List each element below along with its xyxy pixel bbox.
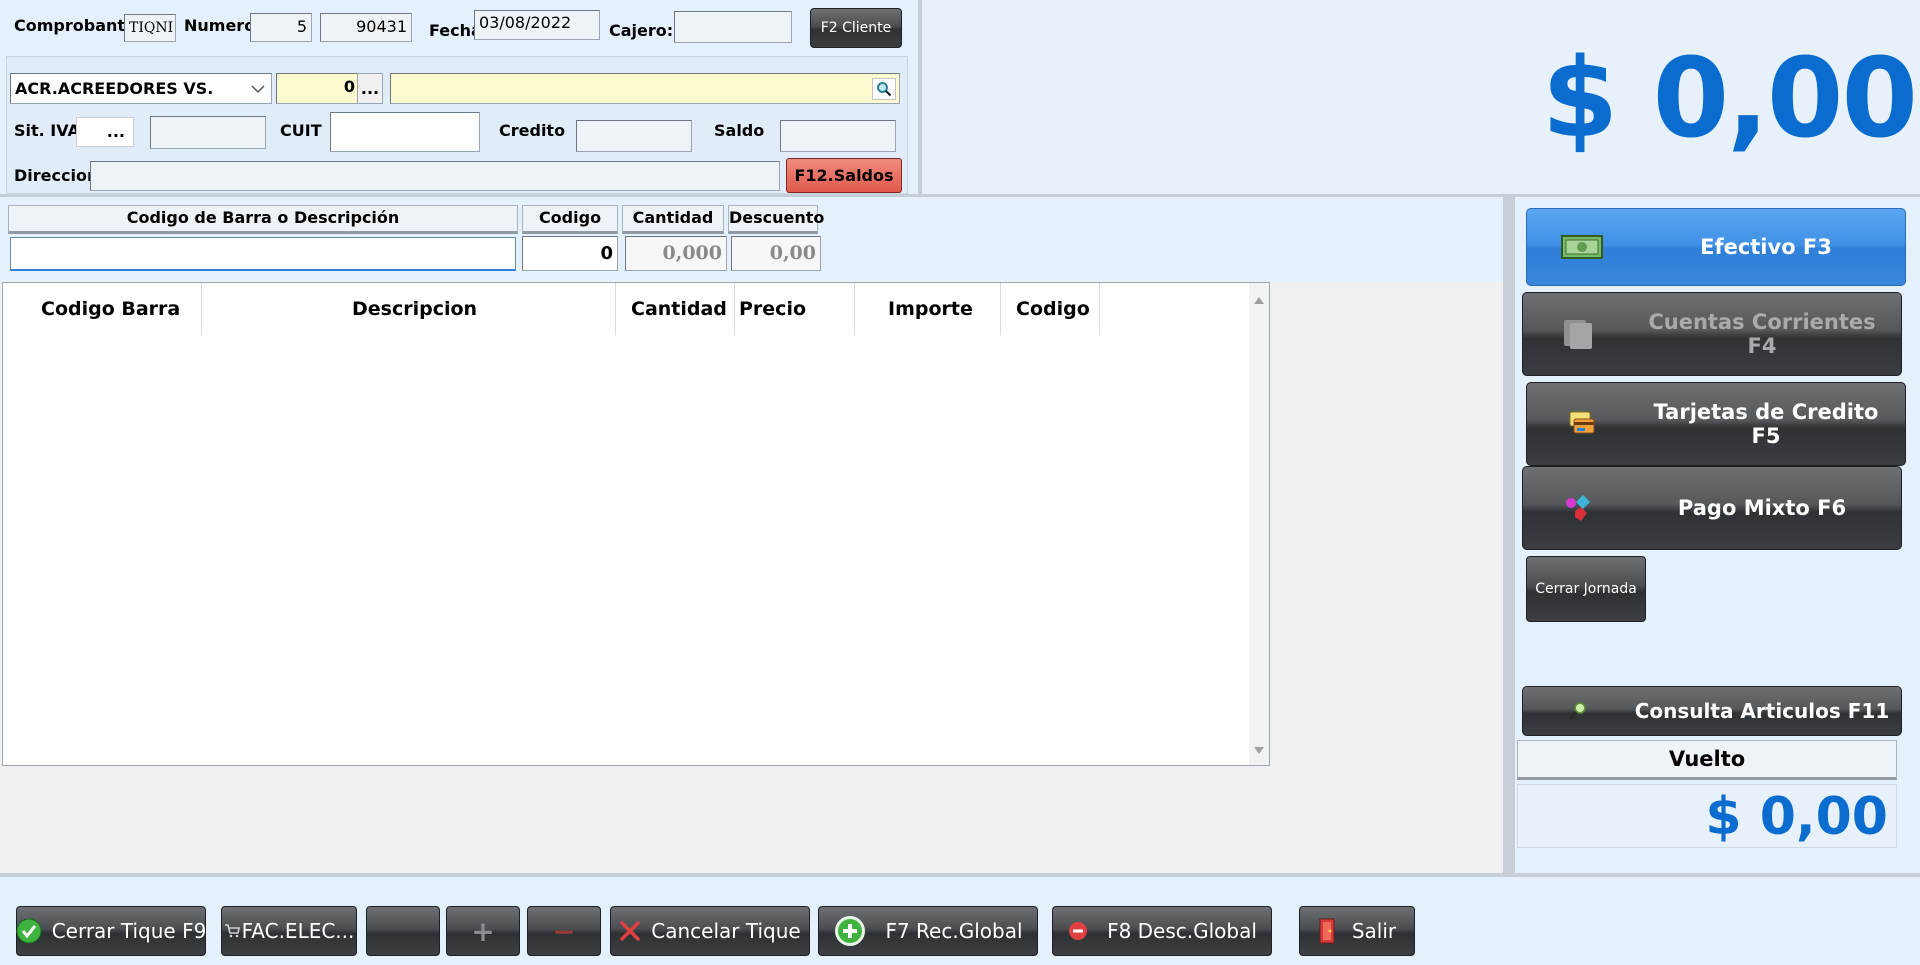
- banknote-icon: [1527, 235, 1637, 259]
- cancelar-tique-label: Cancelar Tique: [651, 919, 801, 943]
- account-select[interactable]: ACR.ACREEDORES VS.: [10, 73, 272, 104]
- column-header-codigo-barra[interactable]: Codigo Barra: [41, 283, 180, 335]
- saldo-label: Saldo: [714, 121, 765, 140]
- chevron-down-icon: [251, 74, 265, 103]
- descuento-header: Descuento: [728, 205, 824, 234]
- credit-card-icon: [1527, 410, 1637, 438]
- account-selected-text: ACR.ACREEDORES VS.: [15, 79, 214, 98]
- cerrar-jornada-button[interactable]: Cerrar Jornada: [1526, 556, 1646, 622]
- codigo-header: Codigo: [522, 205, 618, 234]
- credito-field[interactable]: [576, 120, 692, 152]
- numero-label: Numero: [184, 16, 256, 35]
- direccion-field[interactable]: [90, 161, 780, 191]
- cerrar-tique-label: Cerrar Tique F9: [51, 919, 207, 943]
- minus-circle-icon: [1067, 920, 1089, 942]
- plus-icon: +: [471, 914, 495, 948]
- cantidad-header: Cantidad: [622, 205, 724, 234]
- comprobante-label: Comprobante: [14, 16, 136, 35]
- direccion-label: Direccion: [14, 166, 99, 185]
- salir-button[interactable]: Salir: [1299, 906, 1415, 956]
- add-item-button[interactable]: +: [446, 906, 520, 956]
- barcode-header: Codigo de Barra o Descripción: [8, 205, 518, 234]
- magnifier-icon: [1523, 700, 1633, 722]
- rec-global-label: F7 Rec.Global: [885, 919, 1023, 943]
- scroll-up-arrow-icon[interactable]: [1254, 289, 1264, 308]
- cantidad-input[interactable]: 0,000: [625, 236, 727, 271]
- f12-saldos-button[interactable]: F12.Saldos: [786, 158, 902, 193]
- column-header-codigo[interactable]: Codigo: [1016, 283, 1090, 335]
- client-code-browse-button[interactable]: ...: [357, 73, 383, 104]
- documents-icon: [1523, 318, 1633, 350]
- minus-icon: −: [552, 914, 576, 948]
- column-separator: [615, 283, 616, 335]
- sit-iva-label: Sit. IVA: [14, 121, 80, 140]
- vuelto-label: Vuelto: [1517, 740, 1897, 780]
- pago-mixto-button[interactable]: Pago Mixto F6: [1522, 466, 1902, 550]
- sit-iva-field[interactable]: [150, 116, 266, 149]
- numero-nro-field[interactable]: 90431: [320, 13, 412, 42]
- mixed-shapes-icon: [1523, 493, 1633, 523]
- barcode-input[interactable]: [10, 237, 516, 271]
- items-grid[interactable]: Codigo Barra Descripcion Cantidad Precio…: [2, 282, 1270, 766]
- column-separator: [854, 283, 855, 335]
- saldo-field[interactable]: [780, 120, 896, 152]
- cuit-label: CUIT: [280, 121, 322, 140]
- codigo-input[interactable]: 0: [522, 236, 618, 271]
- remove-item-button[interactable]: −: [527, 906, 601, 956]
- client-name-field[interactable]: [390, 73, 900, 104]
- column-separator: [201, 283, 202, 335]
- cerrar-tique-button[interactable]: Cerrar Tique F9: [16, 906, 206, 956]
- search-icon[interactable]: [872, 78, 896, 100]
- scroll-down-arrow-icon[interactable]: [1254, 740, 1264, 759]
- column-separator: [734, 283, 735, 335]
- comprobante-field[interactable]: TIQNI: [124, 14, 176, 42]
- desc-global-label: F8 Desc.Global: [1107, 919, 1257, 943]
- panel-divider: [1503, 197, 1515, 873]
- cajero-field[interactable]: [674, 11, 792, 43]
- column-header-precio[interactable]: Precio: [739, 283, 806, 335]
- consulta-articulos-label: Consulta Articulos F11: [1634, 699, 1890, 723]
- column-separator: [1000, 283, 1001, 335]
- cuentas-corrientes-button[interactable]: Cuentas Corrientes F4: [1522, 292, 1902, 376]
- vertical-scrollbar[interactable]: [1249, 283, 1269, 765]
- column-header-descripcion[interactable]: Descripcion: [352, 283, 477, 335]
- column-header-cantidad[interactable]: Cantidad: [631, 283, 727, 335]
- vuelto-amount: $ 0,00: [1517, 784, 1897, 848]
- column-separator: [1099, 283, 1100, 335]
- credito-label: Credito: [499, 121, 566, 140]
- efectivo-button[interactable]: Efectivo F3: [1526, 208, 1906, 286]
- desc-global-button[interactable]: F8 Desc.Global: [1052, 906, 1272, 956]
- cuit-field[interactable]: [330, 112, 480, 152]
- descuento-input[interactable]: 0,00: [731, 236, 821, 271]
- pago-mixto-label: Pago Mixto F6: [1677, 496, 1847, 520]
- cart-icon: [224, 924, 240, 938]
- check-circle-icon: [16, 918, 42, 944]
- door-exit-icon: [1318, 918, 1338, 944]
- cancelar-tique-button[interactable]: Cancelar Tique: [610, 906, 810, 956]
- total-amount: $ 0,00: [1541, 34, 1918, 162]
- fac-elec-button[interactable]: FAC.ELEC...: [221, 906, 357, 956]
- efectivo-label: Efectivo F3: [1700, 235, 1832, 259]
- column-header-importe[interactable]: Importe: [888, 283, 973, 335]
- blank-button[interactable]: [366, 906, 440, 956]
- tarjetas-credito-label: Tarjetas de Credito F5: [1653, 400, 1879, 448]
- numero-pv-field[interactable]: 5: [250, 13, 312, 42]
- fac-elec-label: FAC.ELEC...: [241, 919, 355, 943]
- consulta-articulos-button[interactable]: Consulta Articulos F11: [1522, 686, 1902, 736]
- x-icon: [619, 920, 641, 942]
- tarjetas-credito-button[interactable]: Tarjetas de Credito F5: [1526, 382, 1906, 466]
- rec-global-button[interactable]: F7 Rec.Global: [818, 906, 1038, 956]
- f2-cliente-button[interactable]: F2 Cliente: [810, 8, 902, 48]
- cuentas-corrientes-label: Cuentas Corrientes F4: [1648, 310, 1876, 358]
- sit-iva-browse-button[interactable]: ...: [76, 117, 134, 147]
- cajero-label: Cajero:: [609, 21, 674, 40]
- client-code-field[interactable]: 0: [276, 73, 360, 104]
- fecha-field[interactable]: 03/08/2022: [474, 10, 600, 40]
- plus-circle-icon: [833, 914, 867, 948]
- salir-label: Salir: [1351, 919, 1397, 943]
